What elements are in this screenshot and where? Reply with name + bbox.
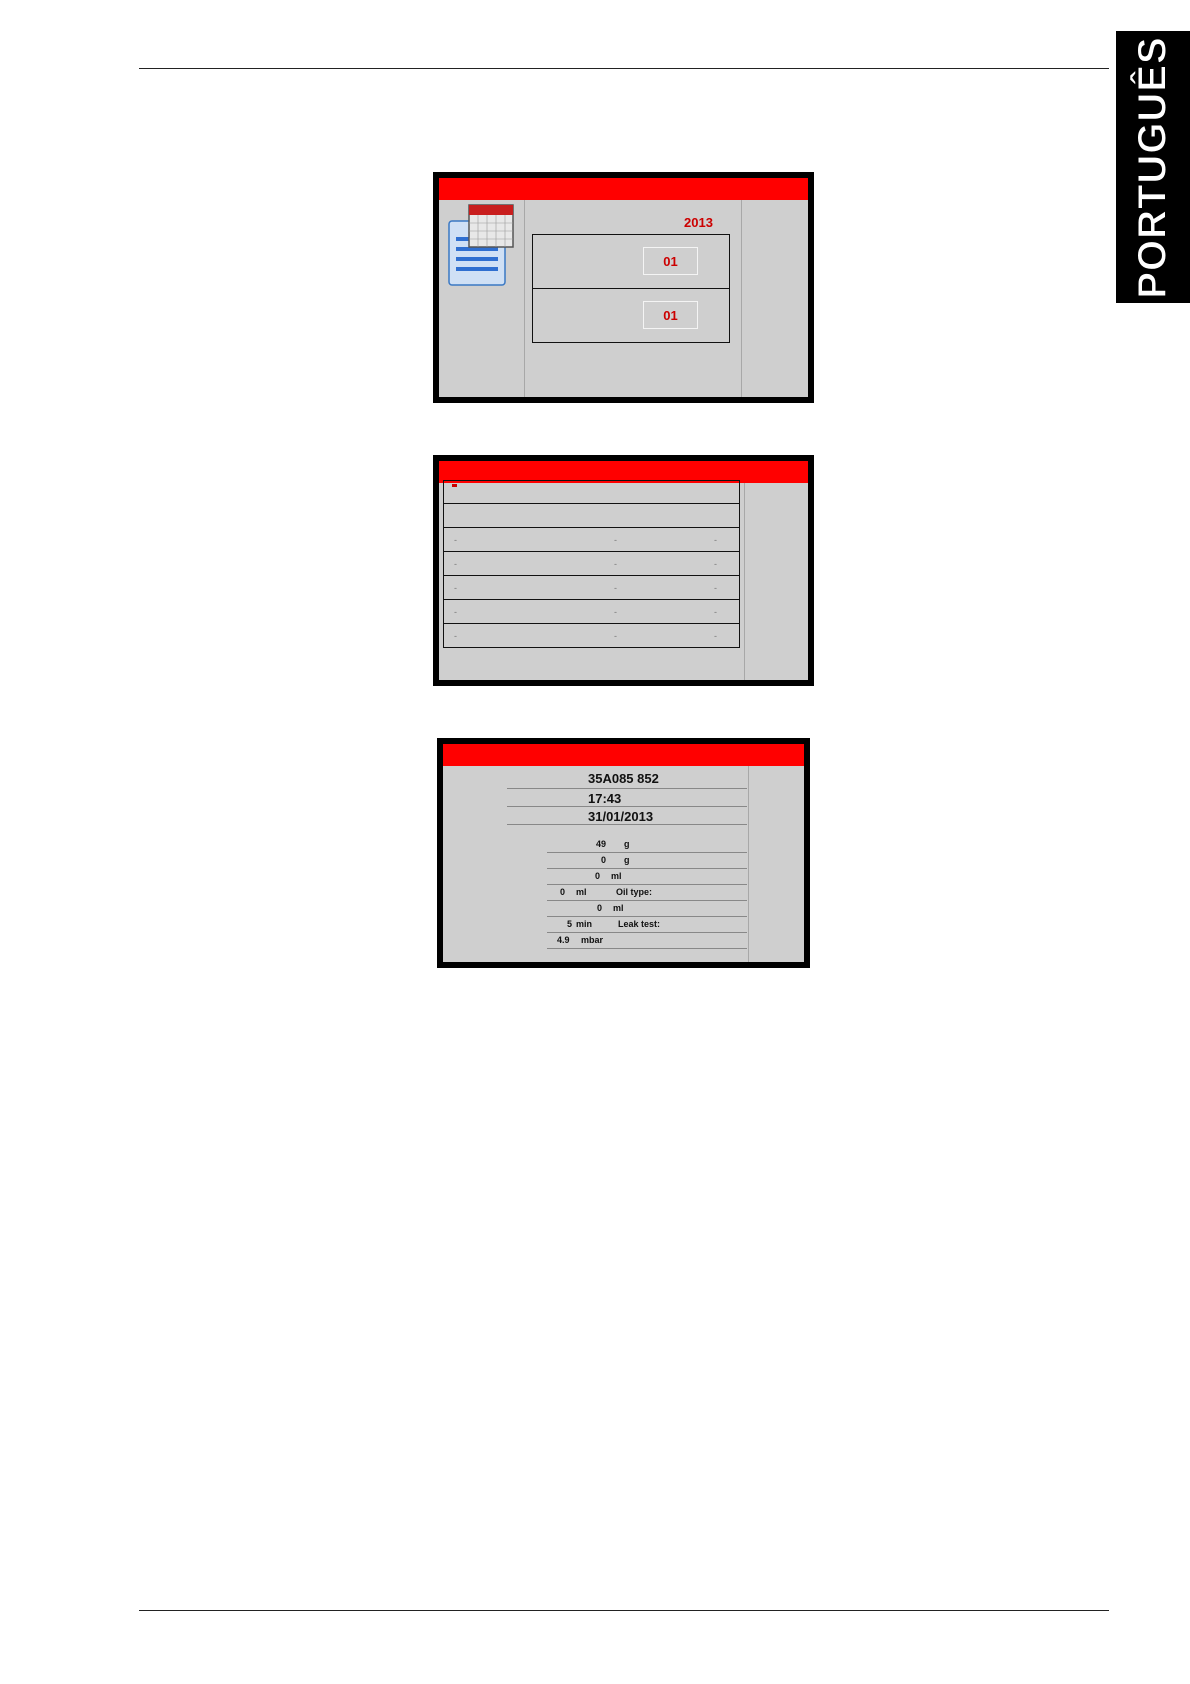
oil-injected-value: 0	[560, 887, 566, 897]
row-placeholder-mark: -	[454, 535, 457, 545]
leak-time-unit: min	[576, 919, 593, 929]
list-row[interactable]	[443, 504, 740, 528]
uv-value: 0	[597, 903, 603, 913]
date-value: 31/01/2013	[588, 809, 654, 824]
month-value[interactable]: 01	[643, 247, 698, 275]
recovered-unit: g	[624, 839, 630, 849]
charged-unit: g	[624, 855, 630, 865]
row-placeholder-mark: -	[454, 631, 457, 641]
leak-time-value: 5	[567, 919, 573, 929]
oil-recovered-unit: ml	[611, 871, 622, 881]
column-divider	[524, 200, 525, 397]
row-placeholder-mark: -	[454, 559, 457, 569]
row-placeholder-mark: -	[714, 607, 717, 617]
row-divider	[547, 868, 747, 869]
footer-rule	[139, 1610, 1109, 1611]
row-divider	[547, 932, 747, 933]
uv-unit: ml	[613, 903, 624, 913]
row-divider	[507, 824, 747, 825]
row-placeholder-mark: -	[614, 607, 617, 617]
charged-value: 0	[601, 855, 607, 865]
day-field[interactable]: 01	[532, 288, 730, 343]
year-value[interactable]: 2013	[684, 215, 713, 230]
column-divider	[741, 200, 742, 397]
row-placeholder-mark: -	[714, 559, 717, 569]
month-field[interactable]: 01	[532, 234, 730, 289]
row-placeholder-mark: -	[614, 583, 617, 593]
records-table: - - - - - - - - - - - - - - -	[443, 480, 740, 648]
service-report-screen: 35A085 852 17:43 31/01/2013 49 g 0 g 0 m…	[437, 738, 810, 968]
column-divider	[748, 766, 749, 962]
row-placeholder-mark: -	[714, 631, 717, 641]
list-row[interactable]: ---	[443, 624, 740, 648]
row-placeholder-mark: -	[614, 631, 617, 641]
row-divider	[547, 948, 747, 949]
day-value[interactable]: 01	[643, 301, 698, 329]
records-list-screen: - - - - - - - - - - - - - - -	[433, 455, 814, 686]
row-placeholder-mark: -	[614, 559, 617, 569]
title-bar	[439, 178, 808, 200]
row-placeholder-mark: -	[454, 607, 457, 617]
manual-page: PORTUGUÊS 2013 01 01 - - - - - - - - - -…	[0, 0, 1190, 1684]
row-divider	[507, 806, 747, 807]
list-row[interactable]	[443, 480, 740, 504]
list-row[interactable]: ---	[443, 600, 740, 624]
list-row[interactable]: ---	[443, 552, 740, 576]
header-rule	[139, 68, 1109, 69]
oil-injected-unit: ml	[576, 887, 587, 897]
row-divider	[547, 900, 747, 901]
row-divider	[547, 852, 747, 853]
row-placeholder-mark: -	[714, 583, 717, 593]
list-row[interactable]: ---	[443, 528, 740, 552]
oil-type-label: Oil type:	[616, 887, 653, 897]
date-setting-screen: 2013 01 01	[433, 172, 814, 403]
calendar-icon	[448, 204, 514, 286]
vacuum-value: 4.9	[557, 935, 570, 945]
oil-recovered-value: 0	[595, 871, 601, 881]
vacuum-unit: mbar	[581, 935, 604, 945]
row-placeholder-mark: -	[454, 583, 457, 593]
plate-value: 35A085 852	[588, 771, 659, 786]
row-divider	[547, 916, 747, 917]
column-divider	[744, 483, 745, 680]
row-divider	[507, 788, 747, 789]
selection-marker	[452, 484, 457, 487]
leak-test-label: Leak test:	[618, 919, 661, 929]
row-placeholder-mark: -	[614, 535, 617, 545]
time-value: 17:43	[588, 791, 622, 806]
language-tab-label: PORTUGUÊS	[1130, 35, 1175, 299]
row-divider	[547, 884, 747, 885]
title-bar	[443, 744, 804, 766]
language-tab: PORTUGUÊS	[1116, 31, 1190, 303]
list-row[interactable]: ---	[443, 576, 740, 600]
recovered-value: 49	[596, 839, 607, 849]
row-placeholder-mark: -	[714, 535, 717, 545]
